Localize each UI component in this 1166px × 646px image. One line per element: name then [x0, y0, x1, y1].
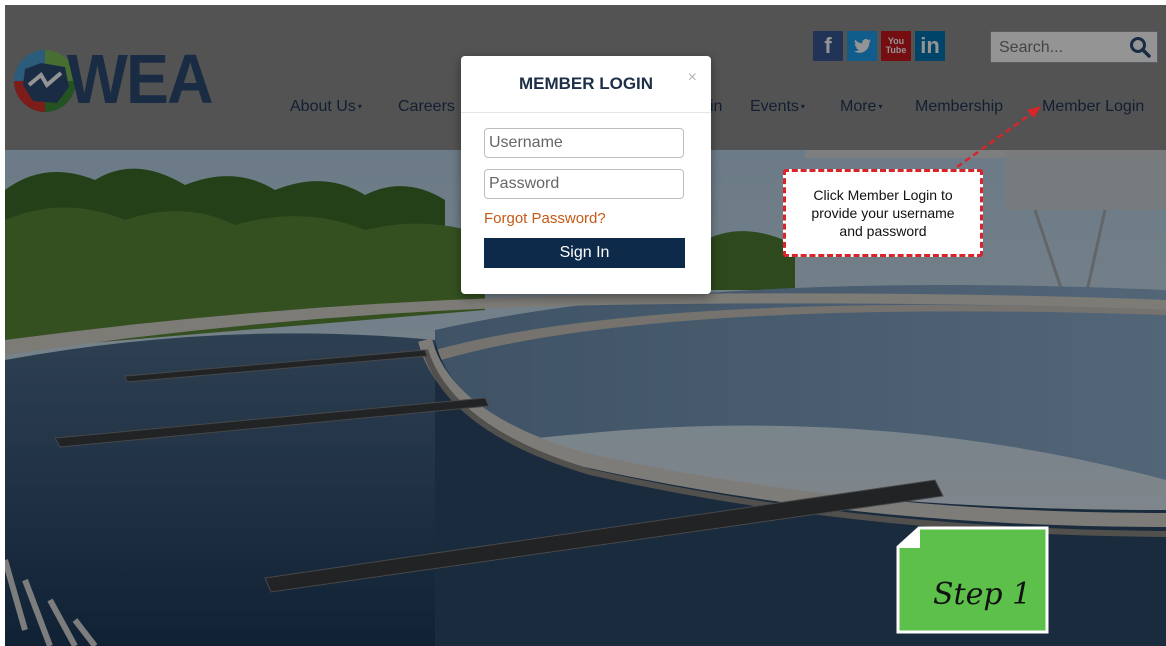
callout-line-3: and password: [839, 223, 927, 239]
browser-viewport: WEA f You Tube in About Us▾ Careers in E…: [5, 5, 1166, 646]
callout-line-1: Click Member Login to: [813, 187, 953, 203]
modal-divider: [461, 112, 711, 113]
forgot-password-link[interactable]: Forgot Password?: [484, 210, 606, 227]
step-label: Step 1: [933, 577, 1032, 612]
close-icon[interactable]: ×: [688, 70, 697, 86]
username-field[interactable]: [484, 128, 684, 158]
modal-title: MEMBER LOGIN: [518, 74, 654, 93]
callout-line-2: provide your username: [811, 205, 955, 221]
password-field[interactable]: [484, 169, 684, 199]
member-login-modal: MEMBER LOGIN × Forgot Password? Sign In: [461, 56, 711, 294]
sign-in-button[interactable]: Sign In: [484, 238, 685, 268]
instruction-callout: Click Member Login to provide your usern…: [783, 169, 983, 257]
